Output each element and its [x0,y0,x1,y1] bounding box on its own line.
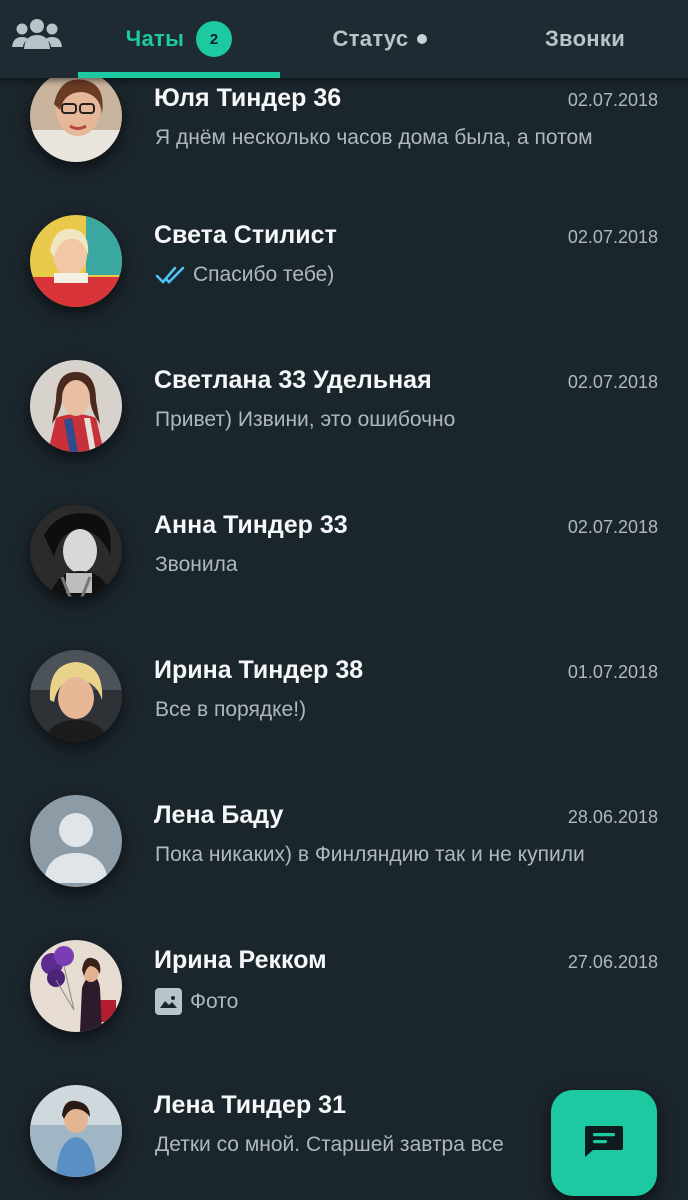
chat-name: Юля Тиндер 36 [154,84,342,112]
chat-name: Лена Тиндер 31 [154,1091,346,1119]
chat-row[interactable]: Ирина Тиндер 38 01.07.2018 Все в порядке… [0,650,688,795]
status-dot-icon [417,34,428,44]
chat-name: Анна Тиндер 33 [154,511,348,539]
chat-name: Светлана 33 Удельная [154,366,432,394]
chat-date: 02.07.2018 [567,372,658,392]
chat-row[interactable]: Светлана 33 Удельная 02.07.2018 Привет) … [0,360,688,505]
chat-list: Юля Тиндер 36 02.07.2018 Я днём нескольк… [0,0,688,1200]
chat-preview-text: Все в порядке!) [155,698,307,721]
chat-preview: Все в порядке!) [155,698,650,722]
chat-name: Лена Баду [154,801,284,829]
chat-row[interactable]: Лена Баду 28.06.2018 Пока никаких) в Фин… [0,795,688,940]
chat-preview-text: Пока никаких) в Финляндию так и не купил… [155,843,585,866]
chat-preview: Привет) Извини, это ошибочно [155,408,650,432]
tab-chats[interactable]: Чаты 2 [78,0,280,78]
chat-date: 01.07.2018 [567,662,658,682]
chat-date: 02.07.2018 [567,517,658,537]
chat-date: 02.07.2018 [567,227,658,247]
tab-chats-label: Чаты [125,26,185,51]
unread-badge: 2 [196,21,233,57]
tab-status-label: Статус [332,26,409,51]
tab-calls-label: Звонки [544,26,626,51]
chat-row[interactable]: Анна Тиндер 33 02.07.2018 Звонила [0,505,688,650]
chat-preview: Фото [155,988,650,1015]
people-icon[interactable] [10,14,64,54]
chat-preview-text: Звонила [155,553,238,576]
avatar[interactable] [30,505,122,597]
chat-date: 27.06.2018 [567,952,658,972]
avatar[interactable] [30,1085,122,1177]
tab-status[interactable]: Статус [300,0,460,78]
chat-preview-text: Спасибо тебе) [193,263,335,286]
new-chat-icon [582,1124,626,1163]
chat-row[interactable]: Юля Тиндер 36 02.07.2018 Я днём нескольк… [0,70,688,215]
chat-row[interactable]: Света Стилист 02.07.2018 Спасибо тебе) [0,215,688,360]
read-ticks-icon [155,265,187,285]
tab-indicator [78,72,280,78]
chat-preview-text: Детки со мной. Старшей завтра все [155,1133,504,1156]
avatar[interactable] [30,360,122,452]
chat-name: Ирина Рекком [154,946,327,974]
chat-preview: Пока никаких) в Финляндию так и не купил… [155,843,650,867]
photo-icon [155,988,182,1015]
chat-preview: Звонила [155,553,650,577]
chat-name: Света Стилист [154,221,337,249]
chat-preview: Детки со мной. Старшей завтра все [155,1133,550,1157]
avatar[interactable] [30,940,122,1032]
chat-preview: Я днём несколько часов дома была, а пото… [155,126,650,150]
chat-preview-text: Фото [190,989,239,1013]
chat-name: Ирина Тиндер 38 [154,656,364,684]
avatar[interactable] [30,215,122,307]
chat-row[interactable]: Ирина Рекком 27.06.2018 Фото [0,940,688,1085]
avatar-placeholder[interactable] [30,795,122,887]
chat-preview-text: Привет) Извини, это ошибочно [155,408,456,431]
avatar[interactable] [30,650,122,742]
tab-bar: Чаты 2 Статус Звонки [0,0,688,78]
chat-preview-text: Я днём несколько часов дома была, а пото… [155,126,593,149]
new-chat-button[interactable] [551,1090,657,1196]
chat-preview: Спасибо тебе) [155,263,650,287]
tab-calls[interactable]: Звонки [500,0,670,78]
avatar[interactable] [30,70,122,162]
chat-date: 02.07.2018 [567,90,658,110]
chat-date: 28.06.2018 [567,807,658,827]
